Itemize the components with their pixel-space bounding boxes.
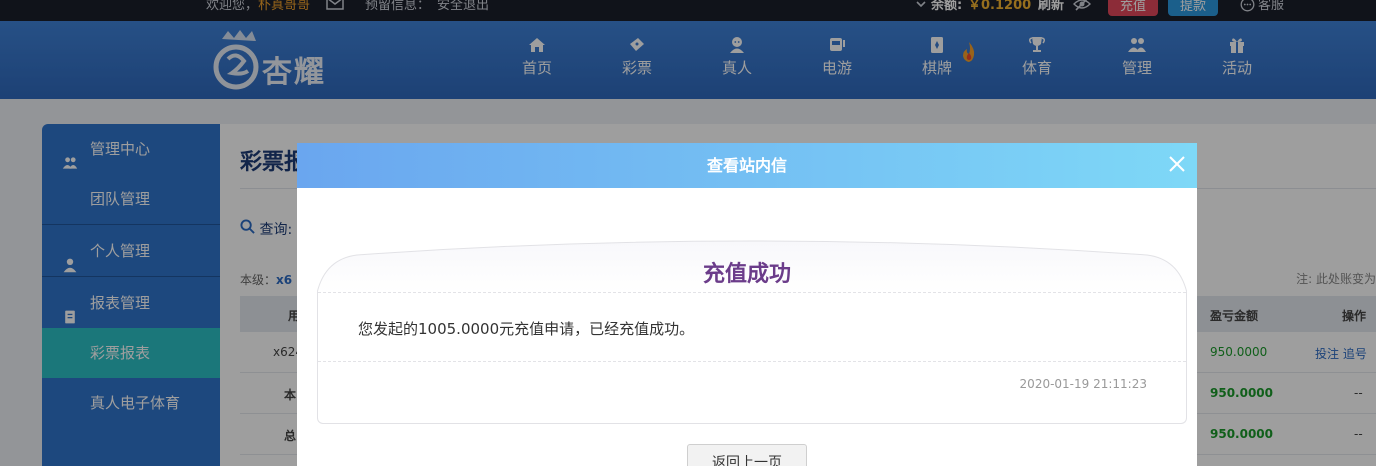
letter-body: 您发起的1005.0000元充值申请，已经充值成功。 bbox=[358, 320, 695, 338]
letter-card bbox=[317, 292, 1187, 424]
letter-divider bbox=[318, 292, 1186, 293]
close-icon[interactable] bbox=[1167, 154, 1187, 174]
back-button[interactable]: 返回上一页 bbox=[687, 444, 807, 466]
letter-divider bbox=[318, 361, 1186, 362]
letter-title: 充值成功 bbox=[702, 262, 791, 287]
message-modal: 查看站内信 充值成功 您发起的1005.0000元充值申请，已经充值成功。 20… bbox=[297, 143, 1197, 466]
modal-title: 查看站内信 bbox=[706, 156, 787, 175]
letter-timestamp: 2020-01-19 21:11:23 bbox=[1019, 377, 1147, 391]
modal-header: 查看站内信 bbox=[297, 143, 1197, 188]
